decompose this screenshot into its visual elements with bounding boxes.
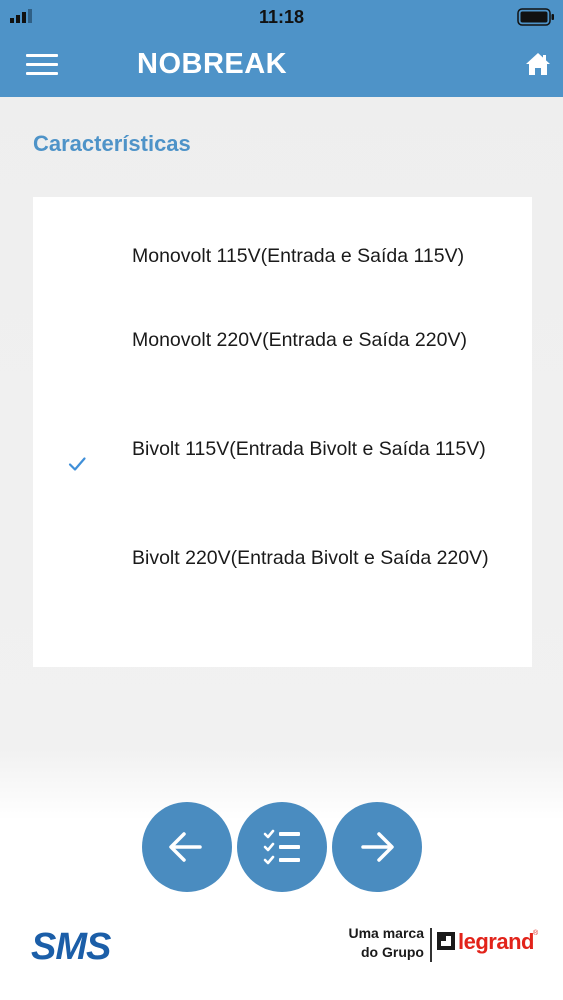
status-time: 11:18 [258,7,305,27]
option-label: Bivolt 115V(Entrada Bivolt e Saída 115V) [132,438,486,460]
back-button[interactable] [142,802,232,892]
home-button[interactable] [524,50,552,78]
legrand-mark-icon [437,932,455,950]
brand-divider [430,928,432,962]
option-label: Monovolt 115V(Entrada e Saída 115V) [132,245,465,267]
brand-line-1: Uma marca [348,925,425,941]
option-label: Bivolt 220V(Entrada Bivolt e Saída 220V) [132,547,489,569]
option-monovolt-220[interactable]: Monovolt 220V(Entrada e Saída 220V) [33,321,532,383]
option-bivolt-115[interactable]: Bivolt 115V(Entrada Bivolt e Saída 115V) [33,430,532,492]
brand-caption: Uma marca do Grupo [334,924,425,962]
menu-button[interactable] [24,49,62,79]
arrow-right-icon [361,832,394,862]
status-bar: 11:18 [0,0,563,34]
arrow-left-icon [169,832,202,862]
checklist-button[interactable] [237,802,327,892]
checkmark-icon [68,457,86,471]
checklist-icon [263,829,300,865]
sms-logo: SMS [31,927,112,963]
registered-mark: ® [533,930,539,937]
home-icon [526,53,550,75]
section-title: Características [33,131,191,156]
battery-icon [517,8,554,26]
svg-text:SMS: SMS [31,927,111,963]
next-button[interactable] [332,802,422,892]
legrand-wordmark: legrand [458,929,534,954]
option-bivolt-220[interactable]: Bivolt 220V(Entrada Bivolt e Saída 220V) [33,539,532,601]
app-bar: 11:18 NOBREAK [0,0,563,97]
brand-line-2: do Grupo [361,944,424,960]
option-monovolt-115[interactable]: Monovolt 115V(Entrada e Saída 115V) [33,237,532,277]
page-title: NOBREAK [137,48,288,80]
options-card: Monovolt 115V(Entrada e Saída 115V) Mono… [33,197,532,667]
option-label: Monovolt 220V(Entrada e Saída 220V) [132,329,467,351]
